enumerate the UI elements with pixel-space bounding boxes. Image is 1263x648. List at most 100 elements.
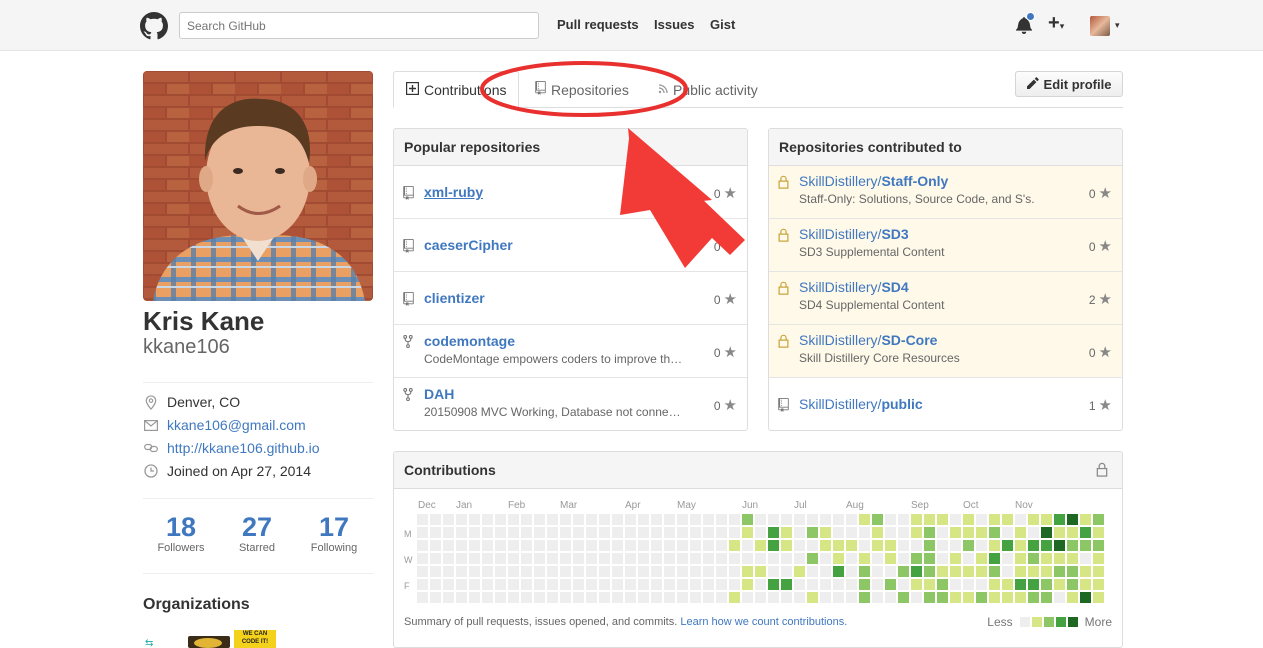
contribution-day-cell[interactable] bbox=[573, 540, 584, 551]
contribution-day-cell[interactable] bbox=[508, 540, 519, 551]
contribution-day-cell[interactable] bbox=[963, 579, 974, 590]
contribution-day-cell[interactable] bbox=[482, 527, 493, 538]
contribution-day-cell[interactable] bbox=[612, 592, 623, 603]
contribution-day-cell[interactable] bbox=[612, 566, 623, 577]
contribution-day-cell[interactable] bbox=[963, 514, 974, 525]
contribution-day-cell[interactable] bbox=[521, 527, 532, 538]
contribution-day-cell[interactable] bbox=[820, 592, 831, 603]
contribution-day-cell[interactable] bbox=[950, 527, 961, 538]
contribution-day-cell[interactable] bbox=[664, 592, 675, 603]
contribution-day-cell[interactable] bbox=[625, 553, 636, 564]
contribution-day-cell[interactable] bbox=[989, 527, 1000, 538]
contribution-day-cell[interactable] bbox=[1002, 514, 1013, 525]
contribution-day-cell[interactable] bbox=[781, 553, 792, 564]
contribution-day-cell[interactable] bbox=[638, 553, 649, 564]
contribution-day-cell[interactable] bbox=[560, 566, 571, 577]
contribution-day-cell[interactable] bbox=[729, 527, 740, 538]
contribution-day-cell[interactable] bbox=[846, 566, 857, 577]
contribution-day-cell[interactable] bbox=[742, 553, 753, 564]
contributed-repo-row[interactable]: SkillDistillery/public 1 ★ bbox=[769, 378, 1122, 430]
repo-star-count[interactable]: 0 ★ bbox=[714, 237, 737, 255]
contribution-day-cell[interactable] bbox=[950, 514, 961, 525]
contribution-day-cell[interactable] bbox=[950, 592, 961, 603]
contribution-day-cell[interactable] bbox=[534, 527, 545, 538]
contribution-day-cell[interactable] bbox=[495, 527, 506, 538]
contribution-day-cell[interactable] bbox=[794, 540, 805, 551]
contribution-day-cell[interactable] bbox=[625, 592, 636, 603]
contribution-day-cell[interactable] bbox=[521, 514, 532, 525]
contribution-day-cell[interactable] bbox=[430, 553, 441, 564]
contribution-day-cell[interactable] bbox=[560, 553, 571, 564]
contribution-day-cell[interactable] bbox=[937, 579, 948, 590]
contribution-day-cell[interactable] bbox=[573, 579, 584, 590]
contribution-day-cell[interactable] bbox=[768, 553, 779, 564]
contribution-day-cell[interactable] bbox=[1067, 540, 1078, 551]
contribution-day-cell[interactable] bbox=[755, 540, 766, 551]
contribution-day-cell[interactable] bbox=[898, 553, 909, 564]
contribution-day-cell[interactable] bbox=[963, 592, 974, 603]
contribution-day-cell[interactable] bbox=[768, 592, 779, 603]
contribution-day-cell[interactable] bbox=[729, 540, 740, 551]
contribution-day-cell[interactable] bbox=[1041, 527, 1052, 538]
contribution-day-cell[interactable] bbox=[820, 566, 831, 577]
contribution-day-cell[interactable] bbox=[547, 566, 558, 577]
repo-star-count[interactable]: 1 ★ bbox=[1089, 396, 1112, 414]
contribution-day-cell[interactable] bbox=[781, 579, 792, 590]
contribution-day-cell[interactable] bbox=[417, 514, 428, 525]
contribution-day-cell[interactable] bbox=[664, 540, 675, 551]
contribution-day-cell[interactable] bbox=[664, 527, 675, 538]
org-avatar[interactable]: ⇆ bbox=[145, 638, 185, 648]
contribution-day-cell[interactable] bbox=[989, 553, 1000, 564]
contribution-day-cell[interactable] bbox=[625, 527, 636, 538]
contribution-day-cell[interactable] bbox=[1080, 579, 1091, 590]
contribution-day-cell[interactable] bbox=[989, 540, 1000, 551]
nav-gist[interactable]: Gist bbox=[710, 17, 735, 32]
contribution-day-cell[interactable] bbox=[1067, 553, 1078, 564]
contribution-day-cell[interactable] bbox=[664, 553, 675, 564]
contribution-day-cell[interactable] bbox=[846, 540, 857, 551]
contribution-day-cell[interactable] bbox=[495, 579, 506, 590]
contribution-day-cell[interactable] bbox=[872, 553, 883, 564]
contribution-day-cell[interactable] bbox=[599, 540, 610, 551]
contribution-day-cell[interactable] bbox=[456, 540, 467, 551]
contribution-day-cell[interactable] bbox=[1028, 579, 1039, 590]
contribution-day-cell[interactable] bbox=[703, 592, 714, 603]
contribution-day-cell[interactable] bbox=[911, 579, 922, 590]
contribution-day-cell[interactable] bbox=[1054, 553, 1065, 564]
repo-star-count[interactable]: 0 ★ bbox=[714, 290, 737, 308]
website-link[interactable]: http://kkane106.github.io bbox=[167, 440, 320, 456]
contribution-day-cell[interactable] bbox=[924, 527, 935, 538]
contribution-day-cell[interactable] bbox=[521, 579, 532, 590]
contribution-day-cell[interactable] bbox=[716, 540, 727, 551]
contribution-day-cell[interactable] bbox=[573, 514, 584, 525]
edit-profile-button[interactable]: Edit profile bbox=[1015, 71, 1123, 97]
contribution-day-cell[interactable] bbox=[703, 527, 714, 538]
contribution-day-cell[interactable] bbox=[1002, 553, 1013, 564]
contribution-day-cell[interactable] bbox=[885, 592, 896, 603]
contribution-day-cell[interactable] bbox=[963, 527, 974, 538]
contribution-day-cell[interactable] bbox=[534, 514, 545, 525]
contribution-day-cell[interactable] bbox=[742, 514, 753, 525]
contribution-day-cell[interactable] bbox=[677, 540, 688, 551]
contribution-day-cell[interactable] bbox=[547, 592, 558, 603]
contribution-day-cell[interactable] bbox=[1093, 540, 1104, 551]
contribution-day-cell[interactable] bbox=[1054, 566, 1065, 577]
contribution-day-cell[interactable] bbox=[729, 592, 740, 603]
contribution-day-cell[interactable] bbox=[534, 592, 545, 603]
contribution-day-cell[interactable] bbox=[1054, 579, 1065, 590]
contribution-day-cell[interactable] bbox=[1080, 527, 1091, 538]
contribution-day-cell[interactable] bbox=[1080, 553, 1091, 564]
contribution-day-cell[interactable] bbox=[820, 527, 831, 538]
contribution-day-cell[interactable] bbox=[872, 514, 883, 525]
contribution-day-cell[interactable] bbox=[742, 579, 753, 590]
contribution-day-cell[interactable] bbox=[1080, 592, 1091, 603]
contribution-day-cell[interactable] bbox=[443, 553, 454, 564]
contribution-day-cell[interactable] bbox=[1015, 527, 1026, 538]
contribution-day-cell[interactable] bbox=[469, 553, 480, 564]
contribution-day-cell[interactable] bbox=[443, 527, 454, 538]
contribution-day-cell[interactable] bbox=[755, 566, 766, 577]
contribution-day-cell[interactable] bbox=[443, 566, 454, 577]
contribution-day-cell[interactable] bbox=[1054, 540, 1065, 551]
contribution-day-cell[interactable] bbox=[560, 592, 571, 603]
contribution-day-cell[interactable] bbox=[482, 553, 493, 564]
